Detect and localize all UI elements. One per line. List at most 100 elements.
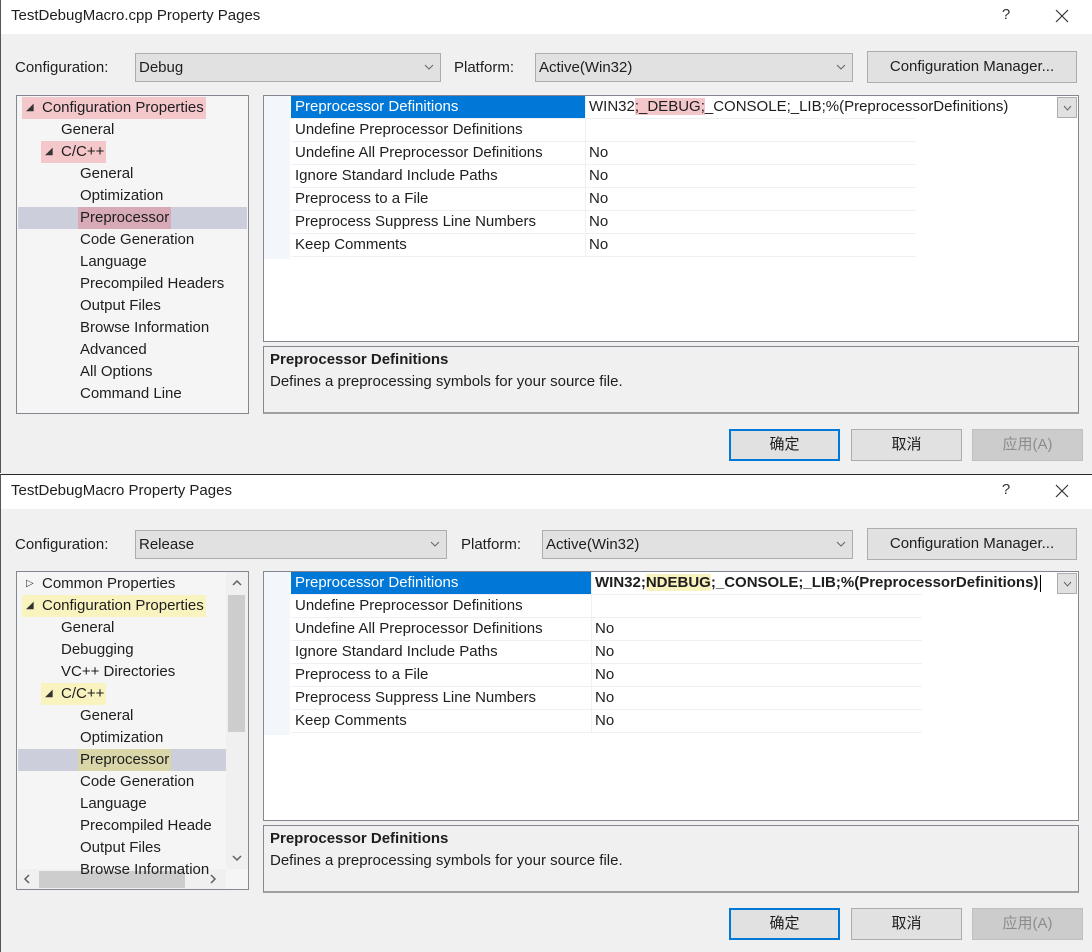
ok-button[interactable]: 确定	[729, 429, 840, 461]
tree-item-preprocessor[interactable]: Preprocessor	[18, 749, 226, 771]
tree-item-label: Advanced	[80, 341, 147, 358]
platform-value: Active(Win32)	[546, 536, 640, 553]
tree-item-general[interactable]: General	[18, 705, 226, 727]
property-value: No	[595, 620, 615, 637]
tree-item-debugging[interactable]: Debugging	[18, 639, 226, 661]
scroll-down-button[interactable]	[227, 849, 247, 867]
property-tree[interactable]: ▷ Common Properties ◢ Configuration Propert…	[16, 571, 249, 890]
platform-dropdown[interactable]: Active(Win32)	[542, 530, 853, 559]
expanded-triangle-icon[interactable]: ◢	[22, 595, 40, 617]
configuration-manager-button[interactable]: Configuration Manager...	[867, 528, 1077, 560]
property-name: Undefine Preprocessor Definitions	[291, 595, 592, 617]
help-button[interactable]: ?	[996, 6, 1016, 23]
tree-item-configuration-properties[interactable]: ◢ Configuration Properties	[18, 595, 226, 617]
property-name: Preprocess Suppress Line Numbers	[291, 211, 586, 233]
tree-item-common-properties[interactable]: ▷ Common Properties	[18, 573, 226, 595]
property-row-ignore-standard-include-paths[interactable]: Ignore Standard Include Paths No	[291, 641, 922, 664]
scrollbar-thumb[interactable]	[228, 595, 245, 732]
property-row-ignore-standard-include-paths[interactable]: Ignore Standard Include Paths No	[291, 165, 916, 188]
scroll-up-button[interactable]	[227, 574, 247, 592]
configuration-label: Configuration:	[15, 536, 109, 553]
tree-item-language[interactable]: Language	[18, 793, 226, 815]
property-row-preprocessor-definitions[interactable]: Preprocessor Definitions WIN32;_DEBUG;_CO…	[291, 96, 1008, 119]
property-name: Undefine All Preprocessor Definitions	[291, 142, 586, 164]
tree-item-c-c[interactable]: ◢ C/C++	[18, 141, 247, 163]
tree-item-browse-information[interactable]: Browse Information	[18, 317, 247, 339]
ok-button[interactable]: 确定	[729, 908, 840, 940]
cancel-button[interactable]: 取消	[851, 429, 962, 461]
property-row-keep-comments[interactable]: Keep Comments No	[291, 710, 922, 733]
value-segment: WIN32;	[595, 574, 646, 591]
tree-item-precompiled-heade[interactable]: Precompiled Heade	[18, 815, 226, 837]
property-row-preprocess-to-a-file[interactable]: Preprocess to a File No	[291, 188, 916, 211]
configuration-dropdown[interactable]: Release	[135, 530, 447, 559]
chevron-up-icon	[232, 579, 242, 586]
chevron-down-icon	[232, 855, 242, 862]
tree-item-label: C/C++	[59, 683, 107, 705]
tree-item-optimization[interactable]: Optimization	[18, 185, 247, 207]
tree-item-general[interactable]: General	[18, 163, 247, 185]
close-button[interactable]	[1051, 5, 1073, 27]
platform-dropdown[interactable]: Active(Win32)	[535, 53, 853, 82]
property-value[interactable]: WIN32;_DEBUG;_CONSOLE;_LIB;%(Preprocesso…	[586, 96, 1008, 118]
tree-item-output-files[interactable]: Output Files	[18, 295, 247, 317]
property-row-undefine-preprocessor-definitions[interactable]: Undefine Preprocessor Definitions	[291, 595, 922, 618]
property-row-undefine-all-preprocessor-definitions[interactable]: Undefine All Preprocessor Definitions No	[291, 142, 916, 165]
property-row-preprocess-suppress-line-numbers[interactable]: Preprocess Suppress Line Numbers No	[291, 687, 922, 710]
tree-item-label: Preprocessor	[78, 749, 172, 771]
property-row-keep-comments[interactable]: Keep Comments No	[291, 234, 916, 257]
tree-item-code-generation[interactable]: Code Generation	[18, 229, 247, 251]
chevron-down-icon	[424, 64, 434, 70]
tree-item-general[interactable]: General	[18, 119, 247, 141]
value-dropdown-button[interactable]	[1057, 97, 1077, 118]
property-name: Keep Comments	[291, 234, 586, 256]
property-value: No	[589, 167, 609, 184]
expanded-triangle-icon[interactable]: ◢	[41, 141, 59, 163]
expanded-triangle-icon[interactable]: ◢	[41, 683, 59, 705]
configuration-dropdown[interactable]: Debug	[135, 53, 441, 82]
tree-item-optimization[interactable]: Optimization	[18, 727, 226, 749]
property-name: Preprocess to a File	[291, 664, 592, 686]
property-row-undefine-preprocessor-definitions[interactable]: Undefine Preprocessor Definitions	[291, 119, 916, 142]
property-row-preprocess-to-a-file[interactable]: Preprocess to a File No	[291, 664, 922, 687]
collapsed-triangle-icon[interactable]: ▷	[26, 573, 38, 595]
tree-item-general[interactable]: General	[18, 617, 226, 639]
expanded-triangle-icon[interactable]: ◢	[22, 97, 40, 119]
property-grid[interactable]: Preprocessor Definitions WIN32;NDEBUG;_CO…	[263, 571, 1079, 821]
property-name: Ignore Standard Include Paths	[291, 641, 592, 663]
platform-value: Active(Win32)	[539, 59, 633, 76]
tree-item-all-options[interactable]: All Options	[18, 361, 247, 383]
value-segment: ;_CONSOLE;_LIB;%(PreprocessorDefinitions…	[710, 574, 1039, 591]
cancel-button[interactable]: 取消	[851, 908, 962, 940]
property-row-preprocess-suppress-line-numbers[interactable]: Preprocess Suppress Line Numbers No	[291, 211, 916, 234]
configuration-manager-button[interactable]: Configuration Manager...	[867, 51, 1077, 83]
property-name: Preprocessor Definitions	[291, 572, 592, 594]
property-grid[interactable]: Preprocessor Definitions WIN32;_DEBUG;_CO…	[263, 95, 1079, 342]
tree-item-output-files[interactable]: Output Files	[18, 837, 226, 859]
close-button[interactable]	[1051, 480, 1073, 502]
tree-item-vc-directories[interactable]: VC++ Directories	[18, 661, 226, 683]
platform-label: Platform:	[454, 59, 515, 76]
help-button[interactable]: ?	[996, 481, 1016, 498]
value-dropdown-button[interactable]	[1057, 573, 1077, 594]
property-value[interactable]: WIN32;NDEBUG;_CONSOLE;_LIB;%(Preprocesso…	[592, 572, 1042, 594]
property-value: No	[595, 689, 615, 706]
tree-item-preprocessor[interactable]: Preprocessor	[18, 207, 247, 229]
tree-item-configuration-properties[interactable]: ◢ Configuration Properties	[18, 97, 247, 119]
tree-item-advanced[interactable]: Advanced	[18, 339, 247, 361]
close-icon	[1055, 484, 1069, 498]
tree-item-browse-information[interactable]: Browse Information	[18, 859, 226, 881]
tree-item-language[interactable]: Language	[18, 251, 247, 273]
tree-vertical-scrollbar[interactable]	[226, 572, 248, 869]
tree-item-command-line[interactable]: Command Line	[18, 383, 247, 405]
property-row-undefine-all-preprocessor-definitions[interactable]: Undefine All Preprocessor Definitions No	[291, 618, 922, 641]
tree-item-c-c[interactable]: ◢ C/C++	[18, 683, 226, 705]
property-value: No	[589, 213, 609, 230]
tree-item-code-generation[interactable]: Code Generation	[18, 771, 226, 793]
configuration-value: Debug	[139, 59, 184, 76]
value-segment: WIN32	[589, 98, 635, 115]
property-value: No	[595, 643, 615, 660]
property-tree[interactable]: ◢ Configuration Properties General ◢ C/C++ Ge…	[16, 95, 249, 414]
property-row-preprocessor-definitions[interactable]: Preprocessor Definitions WIN32;NDEBUG;_CO…	[291, 572, 1042, 595]
tree-item-precompiled-headers[interactable]: Precompiled Headers	[18, 273, 247, 295]
